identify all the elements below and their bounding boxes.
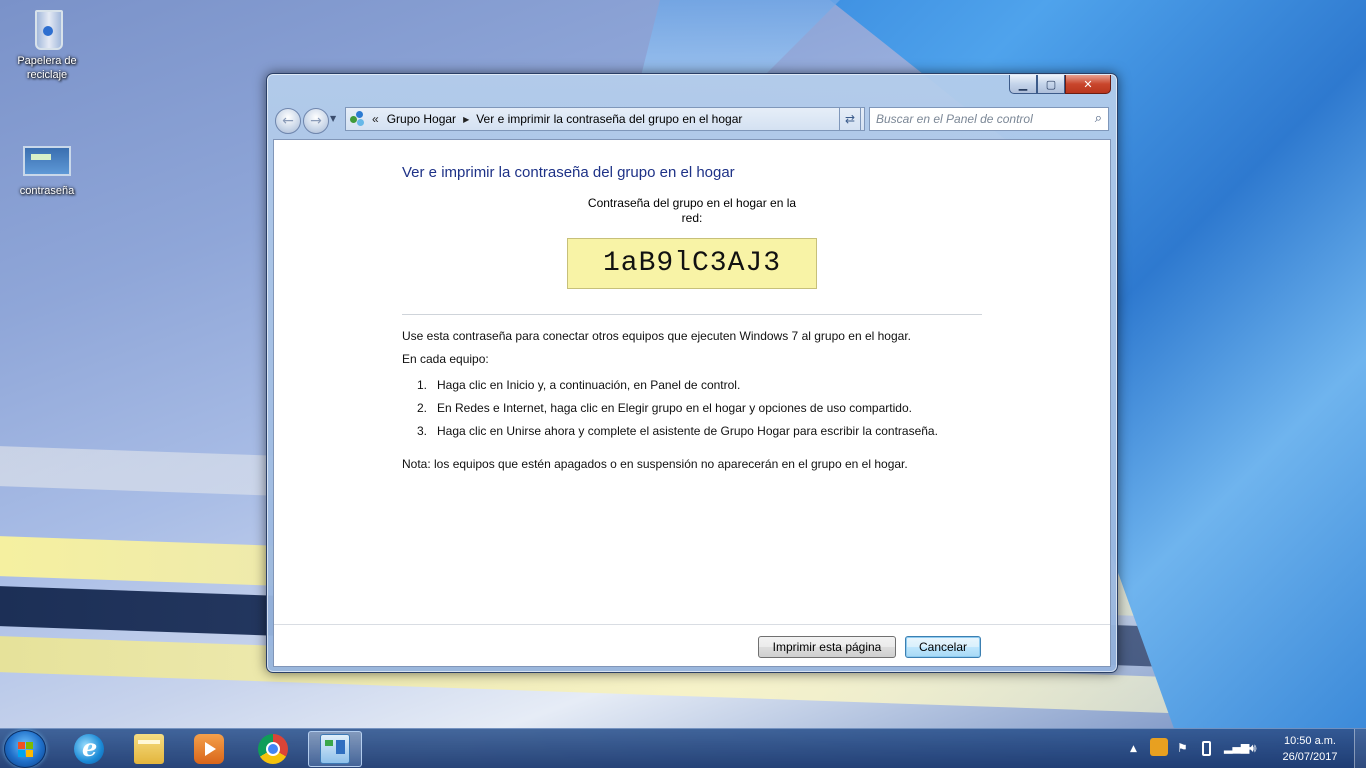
battery-icon[interactable] xyxy=(1202,741,1211,756)
password-label: Contraseña del grupo en el hogar en la r… xyxy=(587,196,797,225)
homegroup-password-window: ▁ ▢ ✕ ← → ▼ « Grupo Hogar ▶ Ver e imprim… xyxy=(266,73,1118,673)
step-text: En Redes e Internet, haga clic en Elegir… xyxy=(437,401,912,415)
step-text: Haga clic en Inicio y, a continuación, e… xyxy=(437,378,741,392)
desktop-icon-label: contraseña xyxy=(19,185,75,197)
start-button[interactable] xyxy=(4,730,46,768)
print-page-button[interactable]: Imprimir esta página xyxy=(758,636,896,658)
action-center-flag-icon[interactable]: ⚑ xyxy=(1177,741,1188,755)
refresh-icon: ⇄ xyxy=(844,112,856,126)
internet-explorer-icon xyxy=(74,733,104,764)
footer-divider xyxy=(274,624,1110,625)
list-item: 3. Haga clic en Unirse ahora y complete … xyxy=(402,424,1002,447)
breadcrumb-current-page[interactable]: Ver e imprimir la contraseña del grupo e… xyxy=(476,112,742,126)
window-controls: ▁ ▢ ✕ xyxy=(1009,75,1111,94)
desktop-icon-recycle-bin[interactable]: Papelera de reciclaje xyxy=(8,8,86,82)
wallpaper-glass xyxy=(640,0,840,80)
breadcrumb-overflow[interactable]: « xyxy=(372,112,379,126)
arrow-left-icon: ← xyxy=(282,113,294,129)
search-input[interactable]: Buscar en el Panel de control xyxy=(876,112,1033,126)
each-pc-text: En cada equipo: xyxy=(402,352,489,366)
list-item: 2. En Redes e Internet, haga clic en Ele… xyxy=(402,401,1002,424)
address-bar[interactable]: « Grupo Hogar ▶ Ver e imprimir la contra… xyxy=(345,107,865,131)
homegroup-icon xyxy=(350,111,366,127)
breadcrumb-grupo-hogar[interactable]: Grupo Hogar xyxy=(387,112,456,126)
intro-text: Use esta contraseña para conectar otros … xyxy=(402,329,911,343)
media-player-icon xyxy=(194,734,224,764)
taskbar-control-panel[interactable] xyxy=(308,731,362,767)
taskbar-media-player[interactable] xyxy=(182,731,236,767)
password-display: 1aB9lC3AJ3 xyxy=(567,238,817,289)
show-hidden-icons-button[interactable]: ▲ xyxy=(1130,744,1137,754)
desktop-icon-contrasena[interactable]: contraseña xyxy=(8,140,86,198)
breadcrumb-separator-icon[interactable]: ▶ xyxy=(463,115,469,124)
instruction-steps: 1. Haga clic en Inicio y, a continuación… xyxy=(402,378,1002,447)
folder-icon xyxy=(134,734,164,764)
close-button[interactable]: ✕ xyxy=(1065,75,1111,94)
desktop-icon-label: Papelera de reciclaje xyxy=(17,55,77,81)
step-number: 1. xyxy=(416,378,427,392)
system-clock[interactable]: 10:50 a.m. 26/07/2017 xyxy=(1274,733,1346,765)
divider xyxy=(402,314,982,315)
recent-pages-dropdown[interactable]: ▼ xyxy=(330,114,336,123)
arrow-right-icon: → xyxy=(310,113,322,129)
screenshot-file-icon xyxy=(23,146,71,176)
show-desktop-button[interactable] xyxy=(1354,729,1366,768)
network-signal-icon[interactable]: ▂▄▆ xyxy=(1224,741,1249,754)
app-tray-icon[interactable] xyxy=(1150,738,1168,756)
maximize-button[interactable]: ▢ xyxy=(1037,75,1065,94)
forward-button[interactable]: → xyxy=(303,108,329,134)
step-number: 3. xyxy=(416,424,427,438)
clock-date: 26/07/2017 xyxy=(1282,751,1338,763)
navigation-toolbar: ← → ▼ « Grupo Hogar ▶ Ver e imprimir la … xyxy=(275,104,1109,134)
taskbar-chrome[interactable] xyxy=(246,731,300,767)
content-pane: Ver e imprimir la contraseña del grupo e… xyxy=(273,139,1111,667)
step-number: 2. xyxy=(416,401,427,415)
windows-logo-icon xyxy=(18,742,34,758)
page-title: Ver e imprimir la contraseña del grupo e… xyxy=(402,164,735,181)
back-button[interactable]: ← xyxy=(275,108,301,134)
cancel-button[interactable]: Cancelar xyxy=(905,636,981,658)
volume-icon[interactable]: 🔊︎ xyxy=(1249,741,1257,756)
taskbar-internet-explorer[interactable] xyxy=(62,731,116,767)
clock-time: 10:50 a.m. xyxy=(1284,735,1336,747)
chrome-icon xyxy=(258,734,288,764)
list-item: 1. Haga clic en Inicio y, a continuación… xyxy=(402,378,1002,401)
recycle-bin-icon xyxy=(27,8,67,52)
step-text: Haga clic en Unirse ahora y complete el … xyxy=(437,424,938,438)
refresh-button[interactable]: ⇄ xyxy=(839,107,861,131)
minimize-button[interactable]: ▁ xyxy=(1009,75,1037,94)
search-icon[interactable]: ⌕ xyxy=(1095,111,1102,126)
note-text: Nota: los equipos que estén apagados o e… xyxy=(402,457,908,471)
search-box[interactable]: Buscar en el Panel de control ⌕ xyxy=(869,107,1109,131)
taskbar-windows-explorer[interactable] xyxy=(122,731,176,767)
taskbar: ▲ ⚑ ▂▄▆ 🔊︎ 10:50 a.m. 26/07/2017 xyxy=(0,728,1366,768)
control-panel-icon xyxy=(320,734,350,764)
